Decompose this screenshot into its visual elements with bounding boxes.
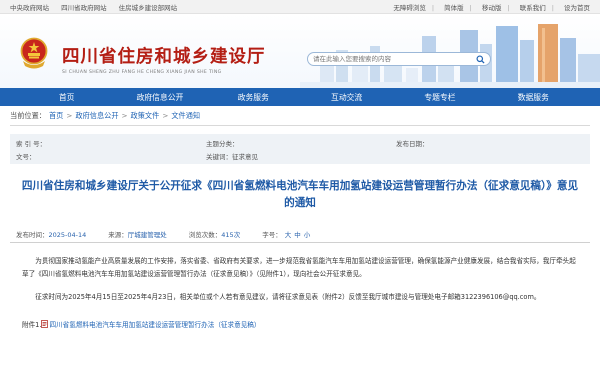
source-value: 厅城建管理处 [127,230,167,239]
meta-doc-no: 文号： [16,153,36,161]
meta-keywords: 关键词：征求意见 [206,153,258,161]
article-info-bar: 发布时间：2025-04-14 来源：厅城建管理处 浏览次数：415次 字号：大… [10,225,590,243]
link-sichuan-gov[interactable]: 四川省政府网站 [61,4,107,12]
breadcrumb-gov-info[interactable]: 政府信息公开 [75,111,118,121]
utility-links: 无障碍浏览 | 简体版 | 移动版 | 联系我们 | 设为首页 [393,3,590,12]
link-contact[interactable]: 联系我们 [520,4,546,12]
site-title: 四川省住房和城乡建设厅 [62,47,266,67]
breadcrumb: 当前位置： 首页 > 政府信息公开 > 政策文件 > 文件通知 [10,106,590,126]
font-size-control: 字号：大中小 [262,230,311,239]
nav-topics[interactable]: 专题专栏 [393,92,486,103]
breadcrumb-home[interactable]: 首页 [49,111,63,121]
article-title: 四川省住房和城乡建设厅关于公开征求《四川省氢燃料电池汽车车用加氢站建设运营管理暂… [21,180,579,209]
meta-index-no: 索 引 号： [16,140,47,148]
site-header: 四川省住房和城乡建设厅 SI CHUAN SHENG ZHU FANG HE C… [0,14,600,88]
search-icon[interactable] [476,55,485,64]
document-metadata: 索 引 号： 主题分类： 发布日期： 文号： 关键词：征求意见 [10,134,590,164]
article-body: 为贯彻国家推动氢能产业高质量发展的工作安排，落实省委、省政府有关要求，进一步规范… [10,255,590,331]
main-nav: 首页 政府信息公开 政务服务 互动交流 专题专栏 数据服务 [0,88,600,106]
meta-category: 主题分类： [206,140,239,148]
nav-home[interactable]: 首页 [20,92,113,103]
nav-interaction[interactable]: 互动交流 [300,92,393,103]
link-set-homepage[interactable]: 设为首页 [564,4,590,12]
link-central-gov[interactable]: 中央政府网站 [10,4,49,12]
link-mohurd[interactable]: 住房城乡建设部网站 [119,4,178,12]
paragraph-intro: 为贯彻国家推动氢能产业高质量发展的工作安排，落实省委、省政府有关要求，进一步规范… [22,257,576,278]
font-size-small[interactable]: 小 [304,231,311,239]
external-links: 中央政府网站 四川省政府网站 住房城乡建设部网站 [10,2,187,12]
attachment-link-1[interactable]: 四川省氢燃料电池汽车车用加氢站建设运营管理暂行办法（征求意见稿） [49,321,260,329]
publish-date-value: 2025-04-14 [48,230,87,239]
main-content: 当前位置： 首页 > 政府信息公开 > 政策文件 > 文件通知 索 引 号： 主题分类… [0,106,600,331]
breadcrumb-label: 当前位置： [10,110,46,120]
attachment-prefix: 附件1. [22,320,42,329]
view-count-value: 415次 [221,230,241,239]
breadcrumb-file-notices[interactable]: 文件通知 [171,111,200,121]
top-utility-bar: 中央政府网站 四川省政府网站 住房城乡建设部网站 无障碍浏览 | 简体版 | 移动版… [0,0,600,14]
site-subtitle: SI CHUAN SHENG ZHU FANG HE CHENG XIANG J… [62,70,222,75]
search-box [307,52,491,66]
breadcrumb-policy-docs[interactable]: 政策文件 [131,111,160,121]
search-input[interactable] [313,55,473,63]
link-simplified[interactable]: 简体版 [444,4,464,12]
attachment-line: 附件1. 四川省氢燃料电池汽车车用加氢站建设运营管理暂行办法（征求意见稿） [22,319,578,332]
link-mobile[interactable]: 移动版 [482,4,502,12]
meta-pubdate: 发布日期： [396,140,429,148]
link-accessibility[interactable]: 无障碍浏览 [393,4,426,12]
view-count: 浏览次数：415次 [188,230,241,239]
font-size-medium[interactable]: 中 [294,231,301,239]
national-emblem-icon [20,37,48,69]
publish-time: 发布时间：2025-04-14 [16,230,87,239]
nav-data-services[interactable]: 数据服务 [487,92,580,103]
nav-gov-services[interactable]: 政务服务 [207,92,300,103]
font-size-large[interactable]: 大 [285,231,292,239]
source: 来源：厅城建管理处 [108,230,167,239]
nav-gov-info[interactable]: 政府信息公开 [113,92,206,103]
document-icon [41,319,49,328]
paragraph-period: 征求时间为2025年4月15日至2025年4月23日，相关单位或个人若有意见建议… [35,293,541,301]
